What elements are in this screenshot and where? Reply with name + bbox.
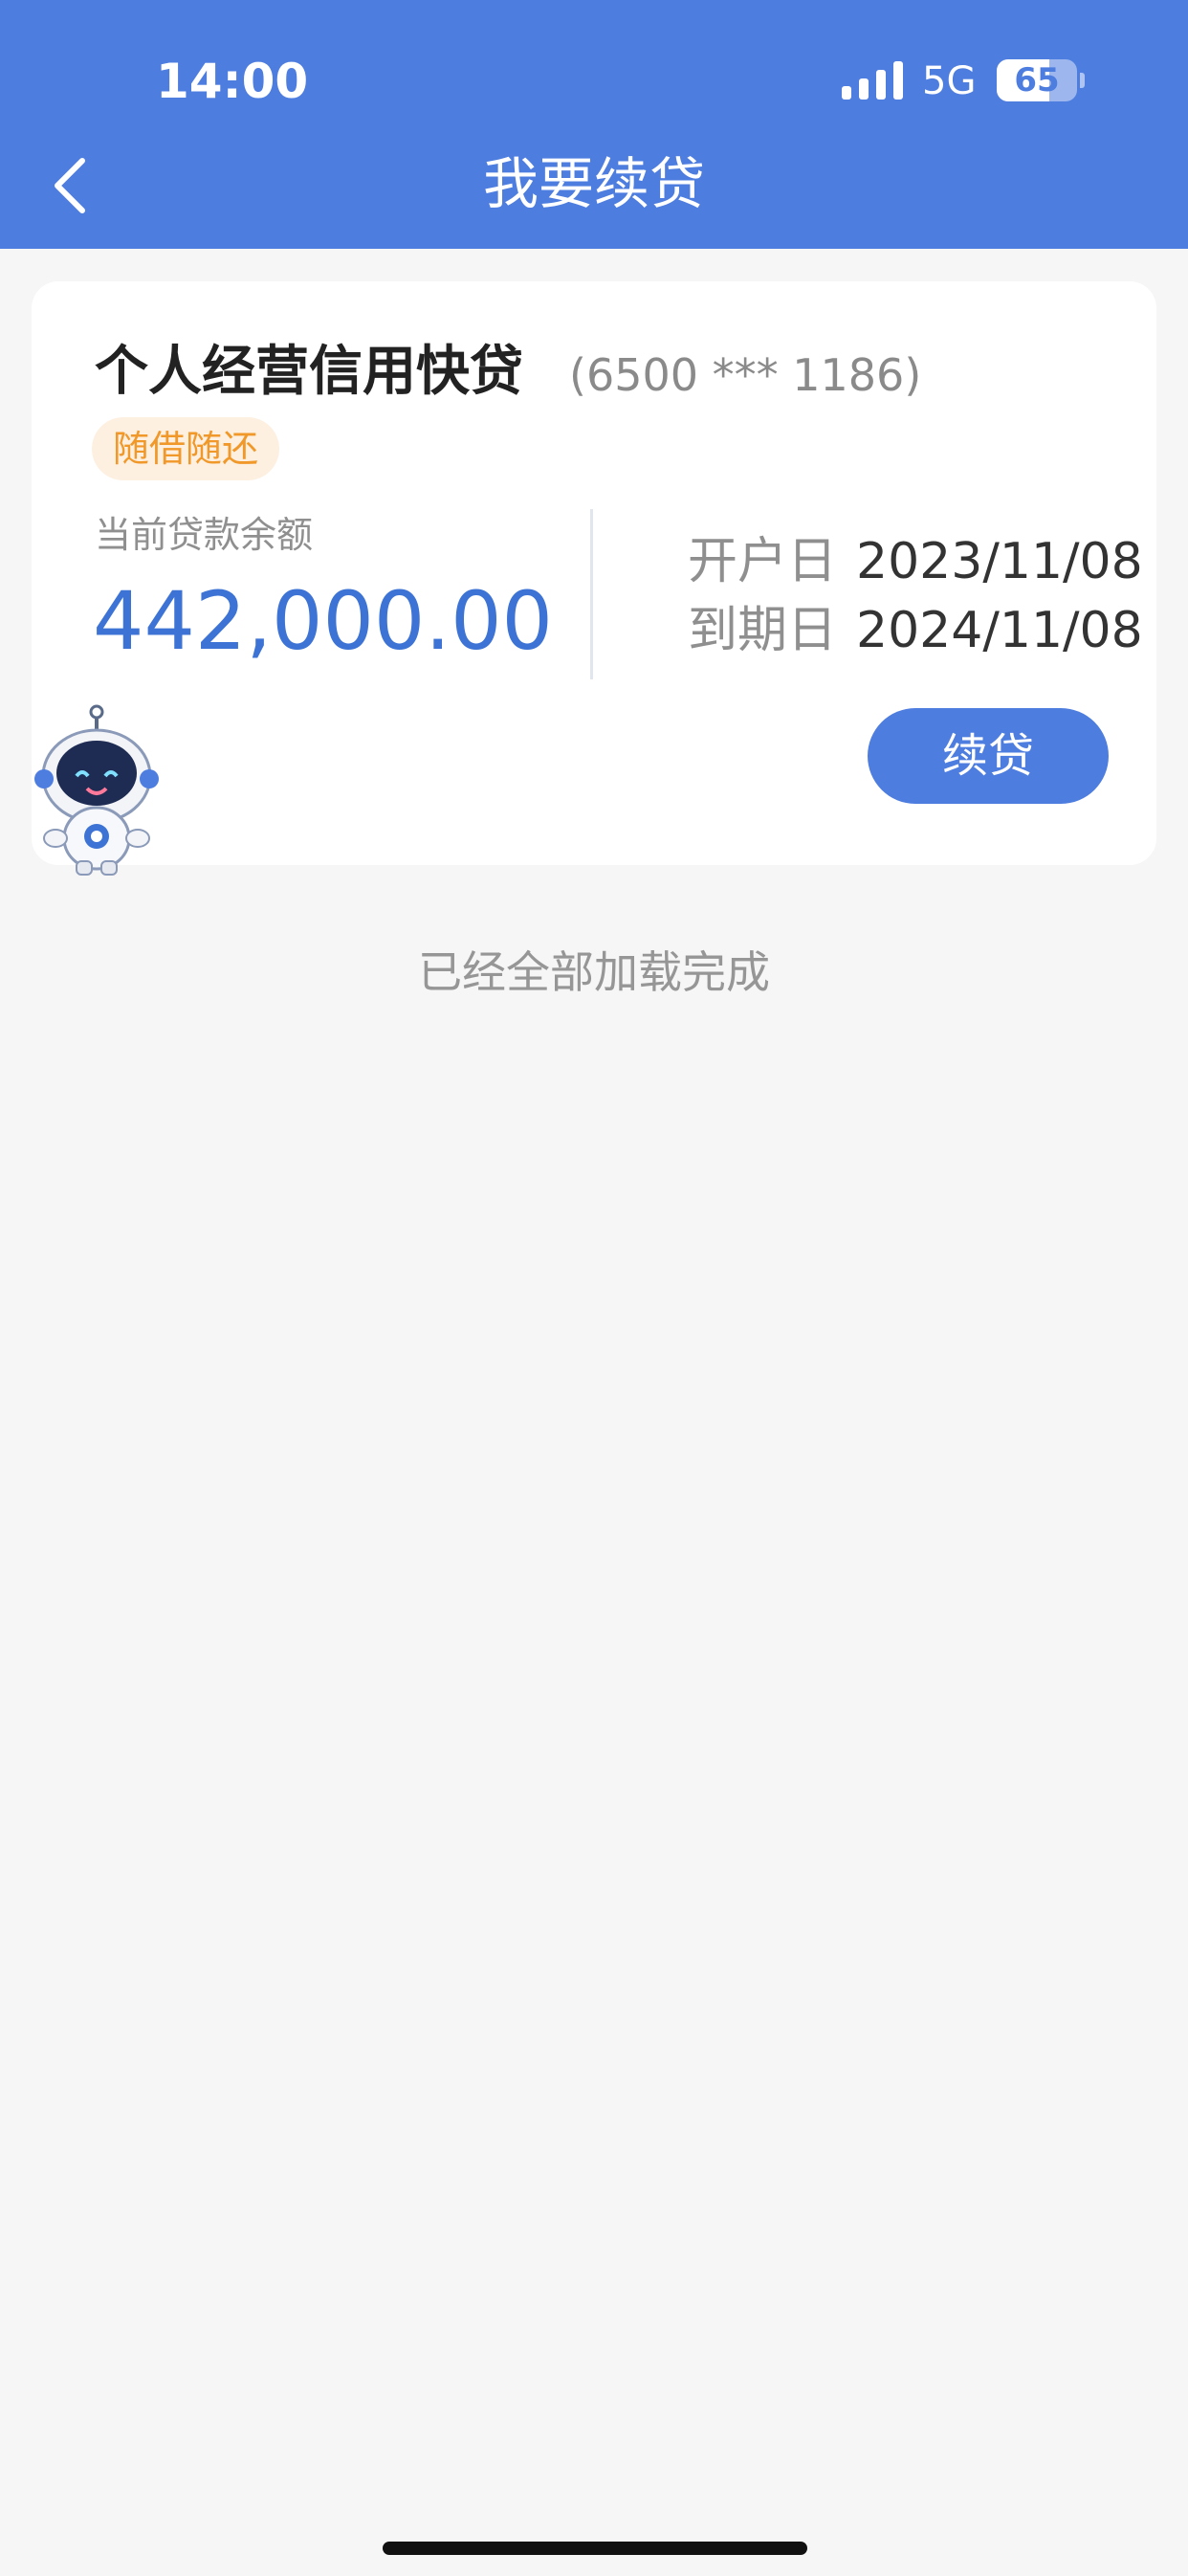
open-date-label: 开户日 — [688, 533, 838, 590]
open-date-value: 2023/11/08 — [856, 533, 1143, 590]
header-bar: 14:00 5G 65 我要续贷 — [0, 0, 1188, 249]
due-date-label: 到期日 — [688, 602, 838, 659]
repayment-tag: 随借随还 — [92, 417, 279, 480]
account-number: (6500 *** 1186) — [569, 349, 922, 401]
signal-icon — [842, 61, 903, 100]
battery-cap — [1080, 73, 1085, 88]
status-time: 14:00 — [156, 54, 309, 109]
balance-value: 442,000.00 — [93, 574, 553, 668]
network-type: 5G — [922, 59, 977, 103]
battery-body: 65 — [997, 59, 1077, 101]
open-date-row: 开户日 2023/11/08 — [688, 528, 1143, 595]
loan-card: 个人经营信用快贷 (6500 *** 1186) 随借随还 当前贷款余额 442… — [32, 281, 1156, 865]
product-name: 个人经营信用快贷 — [95, 341, 523, 403]
robot-mascot-icon[interactable] — [34, 704, 159, 877]
page-title: 我要续贷 — [482, 151, 705, 216]
battery-level: 65 — [1014, 61, 1060, 100]
balance-label: 当前贷款余额 — [95, 514, 314, 556]
vertical-divider — [590, 509, 593, 679]
due-date-row: 到期日 2024/11/08 — [688, 597, 1143, 664]
renew-loan-button[interactable]: 续贷 — [868, 708, 1109, 804]
home-indicator[interactable] — [383, 2542, 807, 2555]
due-date-value: 2024/11/08 — [856, 602, 1143, 659]
load-complete-text: 已经全部加载完成 — [418, 946, 770, 998]
battery-icon: 65 — [997, 59, 1085, 101]
